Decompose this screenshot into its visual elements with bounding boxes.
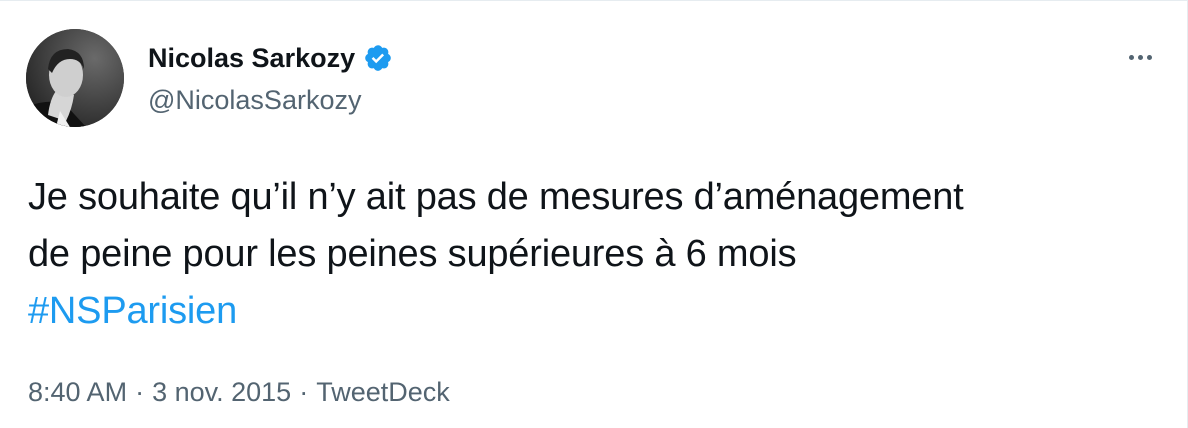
tweet-text-line: Je souhaite qu’il n’y ait pas de mesures… [28,176,964,218]
author-handle[interactable]: @NicolasSarkozy [148,83,361,117]
avatar-photo [26,29,124,127]
more-options-button[interactable] [1120,45,1160,69]
separator: · [299,377,309,407]
tweet-metadata: 8:40 AM · 3 nov. 2015 · TweetDeck [28,375,450,409]
verified-badge-icon [363,43,393,73]
author-display-name[interactable]: Nicolas Sarkozy [148,41,355,75]
author-name-row: Nicolas Sarkozy [148,41,393,75]
separator: · [135,377,145,407]
tweet-text: Je souhaite qu’il n’y ait pas de mesures… [28,169,1168,340]
avatar[interactable] [26,29,124,127]
more-horizontal-icon [1128,54,1134,60]
tweet-time[interactable]: 8:40 AM [28,377,127,407]
tweet-source[interactable]: TweetDeck [316,377,450,407]
more-dot [1146,54,1152,60]
hashtag-link[interactable]: #NSParisien [28,283,1168,340]
tweet-date[interactable]: 3 nov. 2015 [152,377,291,407]
tweet-text-line: de peine pour les peines supérieures à 6… [28,233,797,275]
tweet-card: Nicolas Sarkozy @NicolasSarkozy Je souha… [0,0,1188,428]
more-dot [1137,54,1143,60]
